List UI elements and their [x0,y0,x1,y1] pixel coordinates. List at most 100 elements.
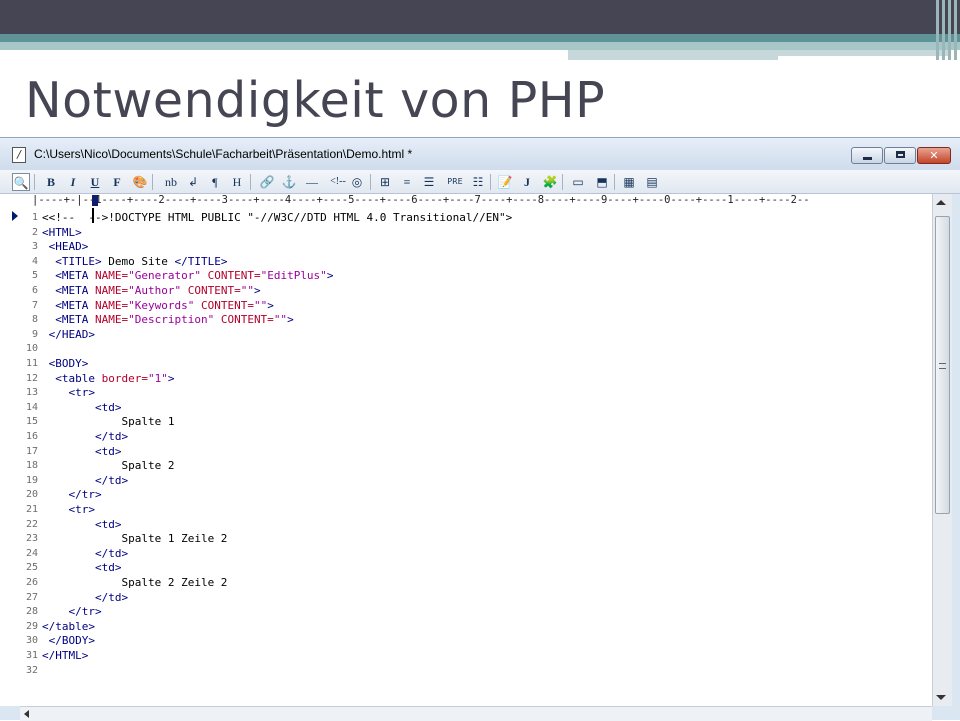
frame-button[interactable]: ▭ [568,173,588,191]
code-line[interactable]: Spalte 1 Zeile 2 [42,532,227,546]
code-line[interactable]: <META NAME="Keywords" CONTENT=""> [42,299,274,313]
vertical-scroll-thumb[interactable] [935,216,950,514]
italic-button[interactable]: I [64,173,82,191]
code-line[interactable]: <TITLE> Demo Site </TITLE> [42,255,227,269]
underline-button[interactable]: U [86,173,104,191]
code-token: <META [42,284,95,297]
maximize-icon [896,151,905,158]
horizontal-scrollbar[interactable] [20,706,932,721]
frameset-button[interactable]: ⬒ [592,173,612,191]
code-line[interactable]: </td> [42,591,128,605]
close-button[interactable]: ✕ [917,147,951,164]
pre-button[interactable]: PRE [444,173,466,191]
image-button[interactable]: ◎ [348,173,366,191]
code-token: <td> [42,517,122,531]
code-token: "" [240,284,254,297]
scroll-left-icon[interactable] [24,710,29,718]
line-number: 21 [25,504,38,515]
toolbar-separator [562,174,563,190]
code-line[interactable]: <td> [42,561,122,575]
horizontal-rule-button[interactable]: — [302,173,322,191]
line-number: 25 [25,562,38,574]
scroll-down-icon[interactable] [936,695,946,700]
code-line[interactable]: </td> [42,430,128,444]
browser-preview-button[interactable]: 🔍 [12,173,30,191]
code-token: <<!-- [42,211,82,224]
form-button[interactable]: 📝 [496,173,514,191]
code-token: NAME= [94,313,129,327]
close-icon: ✕ [929,149,939,162]
code-line[interactable]: </td> [42,547,128,561]
window-title-bar[interactable]: / C:\Users\Nico\Documents\Schule\Facharb… [0,138,960,170]
code-line[interactable]: </HEAD> [42,328,95,342]
code-line[interactable]: </BODY> [42,634,95,648]
comment-button[interactable]: <!-- [326,173,350,191]
code-token: </tr> [42,605,102,619]
anchor-button[interactable]: ⚓ [280,173,298,191]
scroll-up-icon[interactable] [936,200,946,205]
line-number: 26 [25,577,38,588]
code-line[interactable]: <tr> [42,386,95,400]
html-toolbar: 🔍 B I U F 🎨 nb ↲ ¶ H 🔗 ⚓ — <!-- ◎ ⊞ ≡ ☰ PRE ☷ 📝 J 🧩 ▭ ⬒ ▦ ▤ [0,170,960,194]
heading-button[interactable]: H [228,173,246,191]
code-line[interactable]: <td> [42,401,122,415]
script-button[interactable]: 🧩 [540,173,560,191]
code-line[interactable]: <<!-- -->!DOCTYPE HTML PUBLIC "-//W3C//D… [42,211,512,225]
code-token: Spalte 1 [42,415,175,429]
line-number: 32 [25,664,38,676]
line-number: 20 [25,489,38,501]
code-line[interactable]: <META NAME="Author" CONTENT=""> [42,284,260,298]
list-button[interactable]: ☷ [468,173,488,191]
code-line[interactable]: </tr> [42,605,102,619]
code-line[interactable]: <HTML> [42,226,82,240]
code-line[interactable]: <BODY> [42,357,89,371]
line-number: 24 [25,547,38,559]
center-button[interactable]: ≡ [398,173,416,191]
line-number: 5 [31,270,38,282]
code-line[interactable]: </table> [42,620,95,634]
code-line[interactable]: Spalte 2 Zeile 2 [42,576,227,590]
code-token: > [267,298,274,312]
code-line[interactable]: <td> [42,445,122,459]
line-number: 12 [25,372,38,384]
code-token: <HEAD> [42,240,89,254]
paragraph-button[interactable]: ¶ [206,173,224,191]
code-token: "" [273,313,288,327]
code-token: "EditPlus" [260,269,327,283]
code-line[interactable]: </tr> [42,488,101,502]
code-token: <BODY> [42,357,89,370]
code-line[interactable]: <META NAME="Description" CONTENT=""> [42,313,293,327]
code-line[interactable]: Spalte 2 [42,459,174,473]
color-button[interactable]: 🎨 [130,173,150,191]
bold-button[interactable]: B [42,173,60,191]
code-line[interactable]: <HEAD> [42,240,89,254]
minimize-button[interactable] [851,147,883,164]
code-token: </td> [42,430,129,443]
maximize-button[interactable] [884,147,916,164]
javascript-button[interactable]: J [518,173,536,191]
code-editor[interactable]: <<!-- -->!DOCTYPE HTML PUBLIC "-//W3C//D… [42,207,932,706]
align-button[interactable]: ☰ [420,173,438,191]
layout-button[interactable]: ▤ [642,173,662,191]
line-number: 28 [25,606,38,618]
line-number: 8 [31,314,38,326]
line-break-button[interactable]: ↲ [184,173,202,191]
vertical-scrollbar[interactable] [932,194,952,706]
code-line[interactable]: <tr> [42,503,95,517]
code-line[interactable]: <table border="1"> [42,372,174,386]
font-button[interactable]: F [108,173,126,191]
code-line[interactable]: </td> [42,474,128,488]
code-token: <td> [42,561,122,575]
code-line[interactable]: </HTML> [42,649,88,663]
code-line[interactable]: <td> [42,517,122,532]
code-line[interactable]: <META NAME="Generator" CONTENT="EditPlus… [42,269,333,283]
code-token: <TITLE> [42,254,102,268]
code-token: > [167,371,175,385]
nbsp-button[interactable]: nb [160,173,182,191]
code-token: </table> [42,619,95,633]
line-number: 10 [25,343,38,355]
color-picker-button[interactable]: ▦ [620,173,638,191]
code-line[interactable]: Spalte 1 [42,415,174,429]
table-button[interactable]: ⊞ [376,173,394,191]
link-button[interactable]: 🔗 [258,173,276,191]
